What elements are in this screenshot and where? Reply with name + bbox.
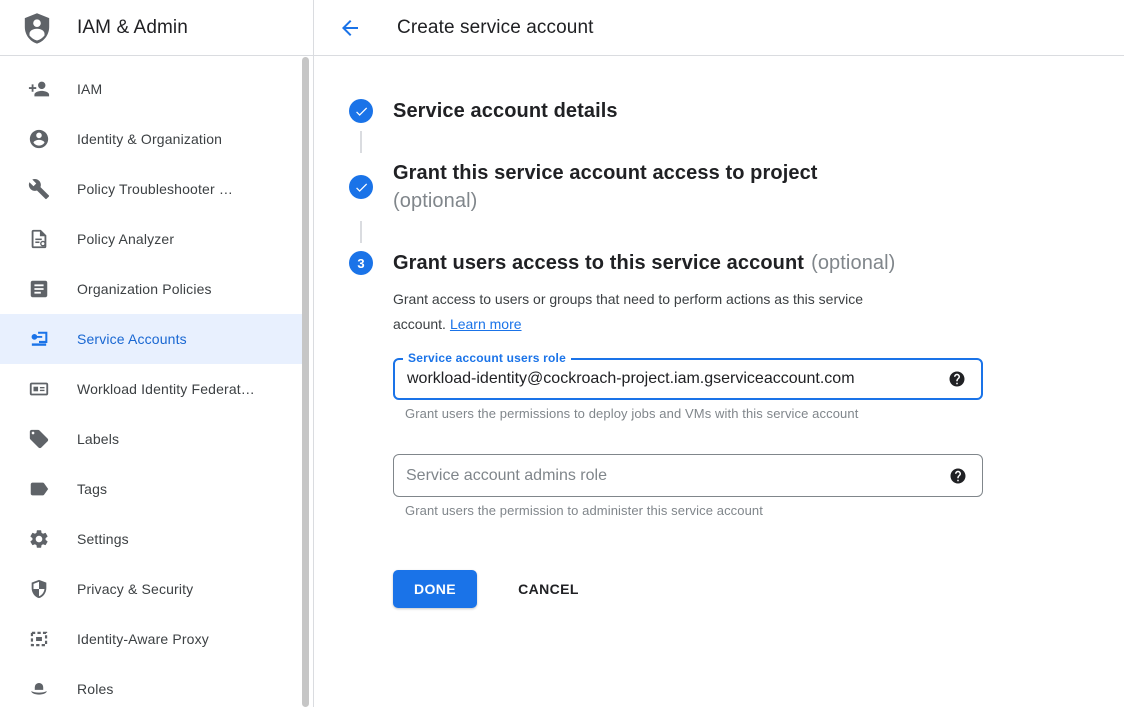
tag-icon: [28, 428, 50, 450]
step-2-title-text: Grant this service account access to pro…: [393, 162, 818, 184]
sidebar-scrollbar[interactable]: [302, 57, 309, 707]
learn-more-link[interactable]: Learn more: [450, 316, 522, 332]
sidebar-item-label: Identity & Organization: [77, 131, 222, 147]
main-panel: Create service account Service account d…: [314, 0, 1124, 707]
iam-admin-app: IAM & Admin IAM Identity & Organization …: [0, 0, 1124, 707]
iam-shield-person-icon: [19, 9, 55, 47]
page-header: Create service account: [314, 0, 1124, 56]
sidebar-item-label: Workload Identity Federat…: [77, 381, 255, 397]
help-icon: [948, 370, 966, 388]
sidebar-item-label: Policy Troubleshooter …: [77, 181, 233, 197]
users-role-helper-text: Grant users the permissions to deploy jo…: [405, 406, 1124, 421]
step-3-number-badge: 3: [349, 251, 373, 275]
sidebar-item-label: Tags: [77, 481, 107, 497]
wrench-icon: [28, 178, 50, 200]
sidebar-item-label: Organization Policies: [77, 281, 212, 297]
product-title: IAM & Admin: [77, 17, 188, 39]
step-1-completed-check-icon: [349, 99, 373, 123]
service-account-admins-role-field: [393, 454, 983, 497]
admins-role-helper-text: Grant users the permission to administer…: [405, 503, 1124, 518]
service-account-users-role-input[interactable]: [395, 370, 948, 388]
sidebar-item-label: Settings: [77, 531, 129, 547]
badge-card-icon: [28, 378, 50, 400]
sidebar-item-settings[interactable]: Settings: [0, 514, 303, 564]
sidebar-item-label: Policy Analyzer: [77, 231, 174, 247]
step-1-title: Service account details: [393, 97, 618, 125]
sidebar-item-label: Roles: [77, 681, 114, 697]
sidebar-item-identity-aware-proxy[interactable]: Identity-Aware Proxy: [0, 614, 303, 664]
step-3-title-text: Grant users access to this service accou…: [393, 252, 804, 274]
back-button[interactable]: [338, 16, 362, 40]
sidebar-item-label: Privacy & Security: [77, 581, 193, 597]
sidebar-item-label: Identity-Aware Proxy: [77, 631, 209, 647]
service-account-key-icon: [28, 328, 50, 350]
policy-analyzer-doc-icon: [28, 228, 50, 250]
sidebar-item-label: Labels: [77, 431, 119, 447]
step-3-description: Grant access to users or groups that nee…: [393, 287, 955, 337]
hat-icon: [28, 678, 50, 700]
step-2: Grant this service account access to pro…: [349, 159, 1124, 215]
users-role-help-button[interactable]: [948, 370, 966, 388]
sidebar-item-roles[interactable]: Roles: [0, 664, 303, 707]
sidebar-item-policy-troubleshooter[interactable]: Policy Troubleshooter …: [0, 164, 303, 214]
page-title: Create service account: [397, 17, 594, 39]
step-2-optional-label: (optional): [393, 187, 818, 215]
sidebar-item-service-accounts[interactable]: Service Accounts: [0, 314, 303, 364]
sidebar-item-organization-policies[interactable]: Organization Policies: [0, 264, 303, 314]
gear-icon: [28, 528, 50, 550]
service-account-admins-role-input[interactable]: [394, 467, 949, 485]
label-arrow-icon: [28, 478, 50, 500]
shield-half-icon: [28, 578, 50, 600]
step-connector: [360, 221, 362, 243]
step-3: 3 Grant users access to this service acc…: [349, 249, 1124, 277]
admins-role-help-button[interactable]: [949, 467, 967, 485]
arrow-back-icon: [338, 16, 362, 40]
sidebar-item-label: Service Accounts: [77, 331, 187, 347]
action-buttons: DONE CANCEL: [393, 570, 1124, 608]
sidebar-item-iam[interactable]: IAM: [0, 64, 303, 114]
proxy-frame-icon: [28, 628, 50, 650]
account-circle-icon: [28, 128, 50, 150]
step-1: Service account details: [349, 97, 1124, 125]
done-button[interactable]: DONE: [393, 570, 477, 608]
sidebar-item-label: IAM: [77, 81, 102, 97]
person-add-icon: [28, 78, 50, 100]
sidebar-item-identity-organization[interactable]: Identity & Organization: [0, 114, 303, 164]
article-lines-icon: [28, 278, 50, 300]
sidebar-header: IAM & Admin: [0, 0, 313, 56]
sidebar-item-workload-identity-federation[interactable]: Workload Identity Federat…: [0, 364, 303, 414]
sidebar-item-labels[interactable]: Labels: [0, 414, 303, 464]
wizard-content: Service account details Grant this servi…: [314, 56, 1124, 608]
sidebar-item-privacy-security[interactable]: Privacy & Security: [0, 564, 303, 614]
step-connector: [360, 131, 362, 153]
step-3-optional-label: (optional): [811, 252, 895, 274]
help-icon: [949, 467, 967, 485]
step-2-completed-check-icon: [349, 175, 373, 199]
sidebar: IAM & Admin IAM Identity & Organization …: [0, 0, 314, 707]
sidebar-item-tags[interactable]: Tags: [0, 464, 303, 514]
step-2-title: Grant this service account access to pro…: [393, 159, 818, 215]
service-account-users-role-field: Service account users role: [393, 358, 983, 400]
cancel-button[interactable]: CANCEL: [506, 573, 591, 605]
step-3-title: Grant users access to this service accou…: [393, 249, 895, 277]
users-role-field-label: Service account users role: [403, 351, 571, 365]
step-3-body: Grant access to users or groups that nee…: [393, 287, 1124, 608]
sidebar-item-policy-analyzer[interactable]: Policy Analyzer: [0, 214, 303, 264]
sidebar-nav: IAM Identity & Organization Policy Troub…: [0, 56, 313, 707]
